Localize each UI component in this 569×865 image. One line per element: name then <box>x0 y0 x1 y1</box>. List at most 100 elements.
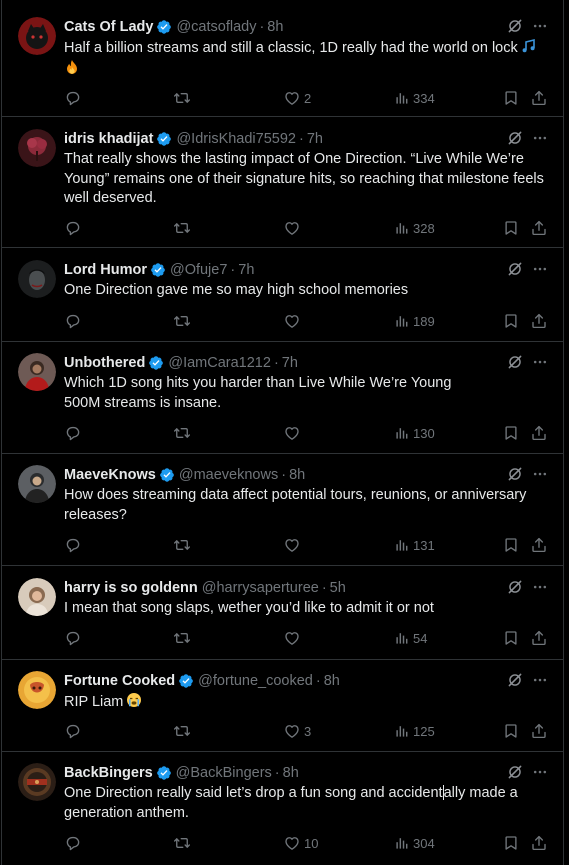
user-handle[interactable]: @IdrisKhadi75592 <box>176 131 296 147</box>
views-button[interactable]: 125 <box>394 720 435 742</box>
display-name[interactable]: MaeveKnows <box>64 467 156 483</box>
display-name[interactable]: BackBingers <box>64 765 153 781</box>
repost-button[interactable] <box>173 627 191 649</box>
more-icon[interactable] <box>532 580 548 594</box>
share-button[interactable] <box>530 720 548 742</box>
user-handle[interactable]: @maeveknows <box>179 467 278 483</box>
timestamp[interactable]: 8h <box>324 673 340 689</box>
timestamp[interactable]: 7h <box>282 355 298 371</box>
more-icon[interactable] <box>532 765 548 779</box>
user-handle[interactable]: @fortune_cooked <box>198 673 313 689</box>
display-name[interactable]: idris khadijat <box>64 131 153 147</box>
views-button[interactable]: 304 <box>394 832 435 854</box>
reply-button[interactable] <box>64 627 82 649</box>
like-button[interactable]: 2 <box>283 87 311 109</box>
grok-icon[interactable] <box>507 130 523 146</box>
grok-icon[interactable] <box>507 466 523 482</box>
display-name[interactable]: Unbothered <box>64 355 145 371</box>
like-button[interactable] <box>283 534 304 556</box>
more-icon[interactable] <box>532 673 548 687</box>
reply-button[interactable] <box>64 217 82 239</box>
like-button[interactable] <box>283 422 304 444</box>
share-button[interactable] <box>530 422 548 444</box>
display-name[interactable]: Cats Of Lady <box>64 19 153 35</box>
display-name[interactable]: harry is so goldenn <box>64 580 198 596</box>
repost-button[interactable] <box>173 422 191 444</box>
more-icon[interactable] <box>532 262 548 276</box>
avatar[interactable] <box>18 129 56 167</box>
share-button[interactable] <box>530 310 548 332</box>
display-name[interactable]: Lord Humor <box>64 262 147 278</box>
reply-button[interactable] <box>64 310 82 332</box>
grok-icon[interactable] <box>507 579 523 595</box>
bookmark-button[interactable] <box>502 87 520 109</box>
timestamp[interactable]: 8h <box>289 467 305 483</box>
avatar[interactable] <box>18 578 56 616</box>
reply-button[interactable] <box>64 87 82 109</box>
repost-button[interactable] <box>173 217 191 239</box>
views-button[interactable]: 328 <box>394 217 435 239</box>
timestamp[interactable]: 7h <box>238 262 254 278</box>
timestamp[interactable]: 8h <box>267 19 283 35</box>
views-button[interactable]: 54 <box>394 627 427 649</box>
display-name[interactable]: Fortune Cooked <box>64 673 175 689</box>
view-count: 328 <box>413 220 435 236</box>
share-button[interactable] <box>530 832 548 854</box>
avatar[interactable] <box>18 260 56 298</box>
verified-badge-icon <box>148 355 164 371</box>
verified-badge-icon <box>150 262 166 278</box>
post-actions: 54 <box>2 627 563 649</box>
like-button[interactable] <box>283 217 304 239</box>
bookmark-button[interactable] <box>502 422 520 444</box>
more-icon[interactable] <box>532 467 548 481</box>
avatar[interactable] <box>18 465 56 503</box>
reply-button[interactable] <box>64 720 82 742</box>
like-button[interactable]: 3 <box>283 720 311 742</box>
share-button[interactable] <box>530 534 548 556</box>
avatar[interactable] <box>18 353 56 391</box>
bookmark-button[interactable] <box>502 217 520 239</box>
bookmark-button[interactable] <box>502 310 520 332</box>
like-button[interactable] <box>283 310 304 332</box>
grok-icon[interactable] <box>507 18 523 34</box>
timestamp[interactable]: 7h <box>307 131 323 147</box>
user-handle[interactable]: @BackBingers <box>176 765 272 781</box>
views-button[interactable]: 189 <box>394 310 435 332</box>
views-button[interactable]: 334 <box>394 87 435 109</box>
grok-icon[interactable] <box>507 672 523 688</box>
avatar[interactable] <box>18 763 56 801</box>
user-handle[interactable]: @harrysaperturee <box>202 580 319 596</box>
repost-button[interactable] <box>173 534 191 556</box>
more-icon[interactable] <box>532 355 548 369</box>
more-icon[interactable] <box>532 19 548 33</box>
share-button[interactable] <box>530 627 548 649</box>
grok-icon[interactable] <box>507 764 523 780</box>
views-button[interactable]: 131 <box>394 534 435 556</box>
user-handle[interactable]: @catsoflady <box>176 19 256 35</box>
user-handle[interactable]: @Ofuje7 <box>170 262 227 278</box>
repost-button[interactable] <box>173 310 191 332</box>
user-handle[interactable]: @IamCara1212 <box>168 355 271 371</box>
views-button[interactable]: 130 <box>394 422 435 444</box>
repost-button[interactable] <box>173 832 191 854</box>
reply-button[interactable] <box>64 832 82 854</box>
like-button[interactable] <box>283 627 304 649</box>
avatar[interactable] <box>18 17 56 55</box>
grok-icon[interactable] <box>507 261 523 277</box>
bookmark-button[interactable] <box>502 832 520 854</box>
repost-button[interactable] <box>173 720 191 742</box>
timestamp[interactable]: 5h <box>330 580 346 596</box>
bookmark-button[interactable] <box>502 534 520 556</box>
bookmark-button[interactable] <box>502 720 520 742</box>
reply-button[interactable] <box>64 534 82 556</box>
more-icon[interactable] <box>532 131 548 145</box>
timestamp[interactable]: 8h <box>283 765 299 781</box>
grok-icon[interactable] <box>507 354 523 370</box>
avatar[interactable] <box>18 671 56 709</box>
like-button[interactable]: 10 <box>283 832 318 854</box>
repost-button[interactable] <box>173 87 191 109</box>
reply-button[interactable] <box>64 422 82 444</box>
bookmark-button[interactable] <box>502 627 520 649</box>
share-button[interactable] <box>530 87 548 109</box>
share-button[interactable] <box>530 217 548 239</box>
